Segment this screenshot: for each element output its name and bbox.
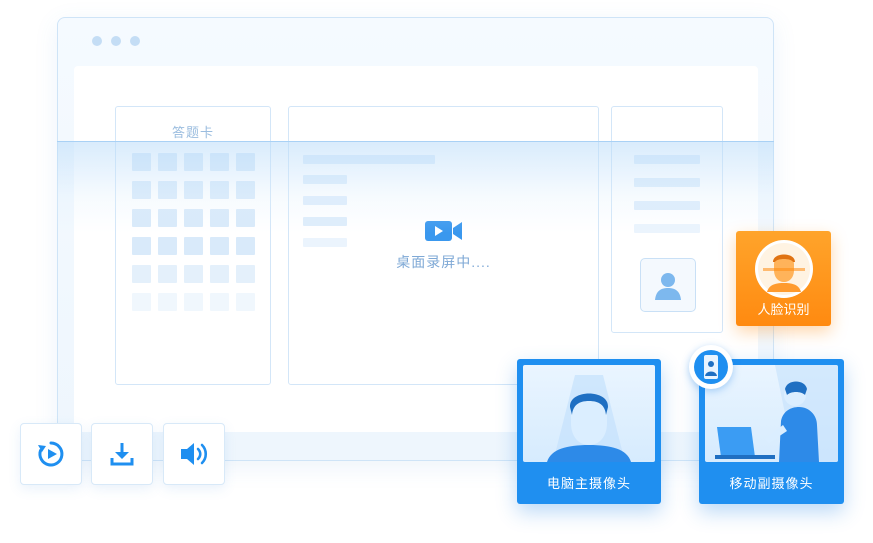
phone-camera-icon — [694, 350, 728, 384]
face-recognition-card[interactable]: 人脸识别 — [736, 231, 831, 326]
face-avatar — [755, 240, 813, 298]
screen-recording-indicator: 桌面录屏中.... — [289, 219, 598, 272]
answer-cell[interactable] — [236, 237, 255, 255]
text-placeholder-line — [303, 175, 347, 184]
window-dot — [130, 36, 140, 46]
candidate-avatar — [640, 258, 696, 312]
answer-cell[interactable] — [184, 237, 203, 255]
text-placeholder-line — [634, 224, 700, 233]
user-icon — [655, 273, 681, 300]
audio-button[interactable] — [163, 423, 225, 485]
exam-proctoring-illustration: 答题卡 桌面录屏中.... 人脸识别 电脑主摄像头 移动副摄像头 — [0, 0, 873, 543]
browser-window: 答题卡 桌面录屏中.... — [57, 17, 774, 461]
mobile-phone-badge — [689, 345, 733, 389]
text-placeholder-line — [303, 196, 347, 205]
answer-card-title: 答题卡 — [171, 125, 214, 140]
answer-cell[interactable] — [184, 181, 203, 199]
answer-cell[interactable] — [158, 153, 177, 171]
replay-icon — [38, 441, 64, 467]
answer-cell[interactable] — [132, 181, 151, 199]
answer-cell[interactable] — [132, 237, 151, 255]
text-placeholder-line — [303, 155, 435, 164]
text-placeholder-line — [634, 201, 700, 210]
text-placeholder-line — [634, 178, 700, 187]
answer-cell[interactable] — [158, 181, 177, 199]
answer-cell[interactable] — [184, 153, 203, 171]
candidate-info-panel — [611, 106, 723, 333]
pc-camera-feed — [523, 365, 655, 462]
question-panel: 桌面录屏中.... — [288, 106, 599, 385]
window-dot — [111, 36, 121, 46]
answer-cell[interactable] — [236, 153, 255, 171]
answer-cell[interactable] — [184, 293, 203, 311]
answer-cell[interactable] — [236, 209, 255, 227]
download-icon — [110, 443, 134, 466]
window-dot — [92, 36, 102, 46]
screen-recording-label: 桌面录屏中.... — [396, 254, 491, 270]
answer-cell[interactable] — [210, 237, 229, 255]
pc-camera-card[interactable]: 电脑主摄像头 — [517, 359, 661, 504]
answer-cell[interactable] — [132, 293, 151, 311]
face-recognition-label: 人脸识别 — [757, 302, 810, 317]
answer-cell[interactable] — [132, 209, 151, 227]
answer-cell[interactable] — [210, 293, 229, 311]
answer-cell[interactable] — [236, 181, 255, 199]
answer-cell[interactable] — [210, 209, 229, 227]
replay-button[interactable] — [20, 423, 82, 485]
download-button[interactable] — [91, 423, 153, 485]
text-placeholder-line — [634, 155, 700, 164]
answer-cell[interactable] — [158, 293, 177, 311]
pc-camera-label: 电脑主摄像头 — [546, 476, 631, 491]
answer-cell[interactable] — [158, 209, 177, 227]
answer-card-panel: 答题卡 — [115, 106, 271, 385]
answer-cell[interactable] — [132, 265, 151, 283]
answer-cell[interactable] — [210, 181, 229, 199]
answer-cell[interactable] — [132, 153, 151, 171]
answer-cell[interactable] — [184, 265, 203, 283]
answer-grid — [132, 153, 255, 311]
person-front-icon — [547, 375, 631, 462]
answer-cell[interactable] — [236, 293, 255, 311]
speaker-icon — [181, 443, 208, 465]
video-camera-icon — [424, 221, 462, 241]
mobile-camera-label: 移动副摄像头 — [729, 476, 814, 491]
answer-cell[interactable] — [236, 265, 255, 283]
answer-cell[interactable] — [210, 153, 229, 171]
answer-cell[interactable] — [210, 265, 229, 283]
answer-cell[interactable] — [158, 265, 177, 283]
window-controls — [92, 36, 140, 46]
face-scan-icon — [758, 243, 810, 295]
answer-cell[interactable] — [158, 237, 177, 255]
answer-cell[interactable] — [184, 209, 203, 227]
